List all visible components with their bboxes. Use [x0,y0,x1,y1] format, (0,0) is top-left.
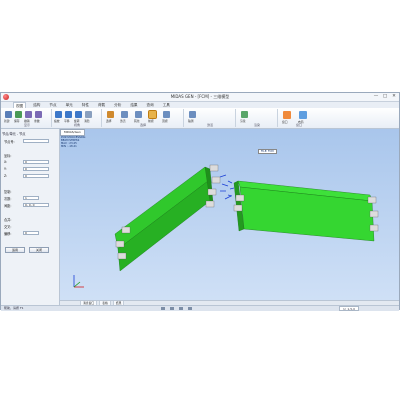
ribbon-group-label: 窗口 [295,123,302,127]
ribbon-group-label: 视角 [73,123,80,127]
new-icon[interactable] [5,111,12,118]
node-label-box [367,196,377,204]
render-icon[interactable] [241,111,248,118]
node-label-box [233,204,243,212]
ribbon-toolbar: 新建 保存 撤销 重做 显示 缩放 平移 旋转 消隐 视角 选择 激活 钝化 前… [1,108,399,129]
status-icons [161,307,192,310]
front-view-icon[interactable] [148,110,157,119]
node-number-field[interactable] [23,139,49,143]
node-label-box [209,164,219,172]
node-label-box [369,224,379,232]
node-label-box [205,200,215,208]
ribbon-group-active: 轴测 激活 [185,109,236,127]
iso-view-icon[interactable] [189,111,196,118]
window-icon[interactable] [283,111,291,119]
redo-icon[interactable] [35,111,42,118]
y-label: Y: [4,167,7,171]
times-field[interactable]: 1 [23,196,39,200]
snap-icon[interactable] [161,307,165,310]
ribbon-group-display: 新建 保存 撤销 重做 显示 [3,109,52,127]
rotate-icon[interactable] [75,111,82,118]
panel-title: 节点/单元 - 节点 [2,132,26,136]
merge-label: 合并: [4,218,12,222]
z-field[interactable]: 0 [23,174,49,178]
zoom-icon[interactable] [55,111,62,118]
x-field[interactable]: 0 [23,160,49,164]
node-label-box [235,194,245,202]
ribbon-group-window: 窗口 布局 窗口 [279,109,319,127]
pan-icon[interactable] [65,111,72,118]
ribbon-group-label: 显示 [23,123,30,127]
ribbon-group-render: 渲染 渲染 [237,109,278,127]
ribbon-group-label: 渲染 [253,123,260,127]
ribbon-group-label: 激活 [206,123,213,127]
title-bar: MIDAS GEN - [FCM] - 三维模型 — □ ✕ [1,93,399,102]
unit-icon[interactable] [188,307,192,310]
node-label-box [115,240,125,248]
spacing-field[interactable]: 0, 0, 0 [23,203,49,207]
coordinate-readout: U: 1,5,0 [339,306,359,311]
left-panel: 节点/单元 - 节点 节点号: 坐标: X: 0 Y: 0 Z: 0 复制: 次… [1,129,60,310]
apply-button[interactable]: 适用 [5,247,25,253]
maximize-button[interactable]: □ [382,94,388,99]
offset-field[interactable]: 0 [23,231,39,235]
window-controls: — □ ✕ [373,94,397,99]
node-label-box [121,226,131,234]
z-label: Z: [4,174,8,178]
layout-icon[interactable] [299,111,307,119]
beam-model[interactable] [60,129,399,300]
select-icon[interactable] [107,111,114,118]
x-label: X: [4,160,8,164]
grid-icon[interactable] [170,307,174,310]
ribbon-group-select: 选择 激活 钝化 前视 顶视 选择 [103,109,184,127]
y-field[interactable]: 0 [23,167,49,171]
app-window: MIDAS GEN - [FCM] - 三维模型 — □ ✕ 视图 结构 节点 … [0,92,400,311]
hidden-line-icon[interactable] [85,111,92,118]
activate-icon[interactable] [121,111,128,118]
times-label: 次数: [4,197,12,201]
undo-icon[interactable] [25,111,32,118]
top-view-icon[interactable] [163,111,170,118]
ribbon-group-label: 选择 [139,123,146,127]
ortho-icon[interactable] [179,307,183,310]
spacing-label: 间距: [4,204,12,208]
coord-label: 坐标: [4,154,12,158]
node-label-box [207,188,217,196]
node-label-box [369,210,379,218]
ribbon-group-view: 缩放 平移 旋转 消隐 视角 [53,109,102,127]
copy-label: 复制: [4,190,12,194]
axis-triad-icon [73,275,84,288]
load-arrows [219,174,235,200]
close-button[interactable]: ✕ [391,94,397,99]
window-title: MIDAS GEN - [FCM] - 三维模型 [170,94,230,99]
minimize-button[interactable]: — [373,94,379,99]
intersect-label: 交叉: [4,225,12,229]
offset-label: 偏移: [4,232,12,236]
deactivate-icon[interactable] [135,111,142,118]
status-text: 帮助，请按 F1 [4,306,24,310]
save-icon[interactable] [15,111,22,118]
status-bar: 帮助，请按 F1 U: 1,5,0 [1,305,399,311]
close-panel-button[interactable]: 关闭 [29,247,49,253]
node-label-box [117,252,127,260]
model-viewport[interactable]: MIDAS/Gen POST-PROCESSING BEAM STRESS MA… [60,129,399,300]
node-number-label: 节点号: [4,140,15,144]
node-label-box [211,176,221,184]
